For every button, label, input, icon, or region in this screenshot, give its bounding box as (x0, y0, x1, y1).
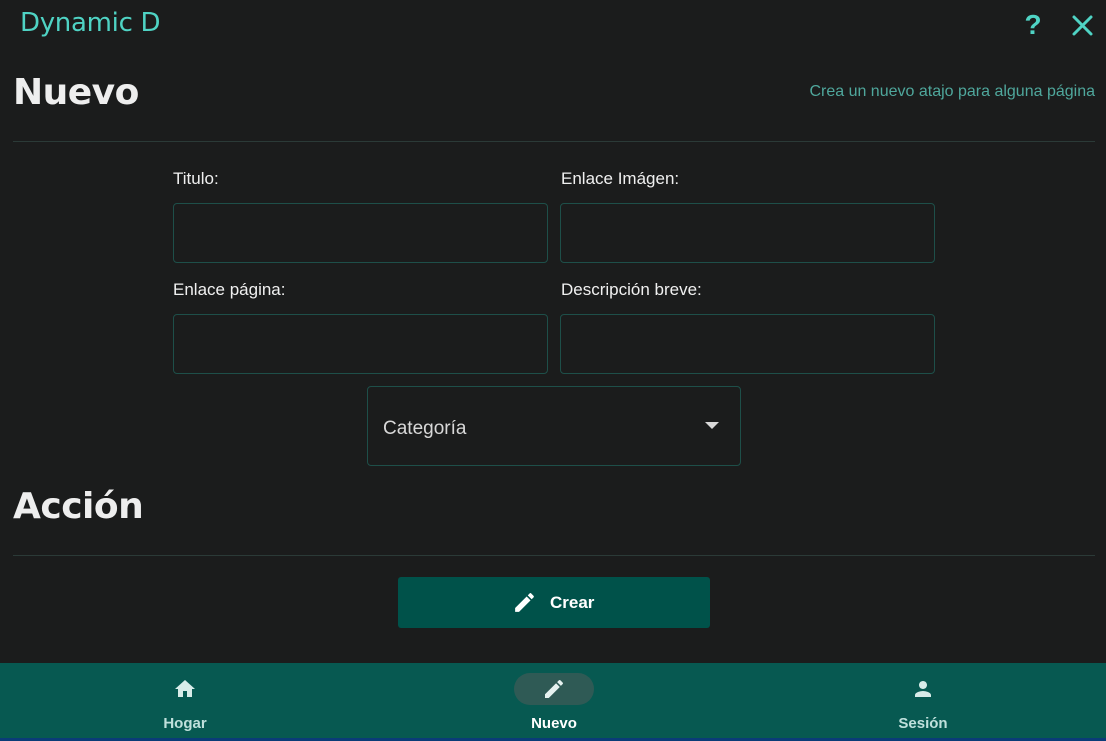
description-field-label: Descripción breve: (561, 280, 702, 299)
page-link-field[interactable] (173, 314, 548, 374)
title-bar: Dynamic D ? (0, 0, 1106, 52)
caret-down-icon (705, 422, 719, 429)
description-field[interactable] (560, 314, 935, 374)
nav-label-sesion: Sesión (898, 715, 948, 732)
nav-label-nuevo: Nuevo (531, 715, 577, 732)
image-link-field[interactable] (560, 203, 935, 263)
nav-icon-container (145, 673, 225, 705)
pencil-icon (515, 593, 534, 612)
nav-item-nuevo[interactable]: Nuevo (484, 663, 624, 738)
divider (13, 141, 1095, 142)
title-field-label: Titulo: (173, 169, 219, 188)
nav-item-sesion[interactable]: Sesión (853, 663, 993, 738)
image-link-field-label: Enlace Imágen: (561, 169, 680, 188)
help-button[interactable]: ? (1021, 8, 1045, 42)
nav-icon-container (883, 673, 963, 705)
close-button[interactable] (1070, 10, 1096, 40)
page-link-field-label: Enlace página: (173, 280, 286, 299)
bottom-navigation: Hogar Nuevo Sesión (0, 663, 1106, 741)
app-window: Dynamic D ? Nuevo Crea un nuevo atajo pa… (0, 0, 1106, 741)
action-section-heading: Acción (13, 486, 144, 527)
app-title: Dynamic D (20, 8, 161, 38)
category-select[interactable]: Categoría (367, 386, 741, 466)
pencil-icon (545, 679, 564, 698)
person-icon (915, 681, 931, 697)
new-section-heading: Nuevo (13, 72, 139, 113)
title-field[interactable] (173, 203, 548, 263)
category-select-label: Categoría (383, 418, 467, 439)
nav-icon-container-active (514, 673, 594, 705)
divider (13, 555, 1095, 556)
new-section-subtitle: Crea un nuevo atajo para alguna página (809, 83, 1095, 100)
nav-item-hogar[interactable]: Hogar (115, 663, 255, 738)
close-icon (1072, 15, 1093, 36)
create-button-label: Crear (550, 593, 595, 612)
home-icon (175, 680, 195, 697)
nav-label-hogar: Hogar (163, 715, 207, 732)
create-button[interactable]: Crear (398, 577, 710, 628)
